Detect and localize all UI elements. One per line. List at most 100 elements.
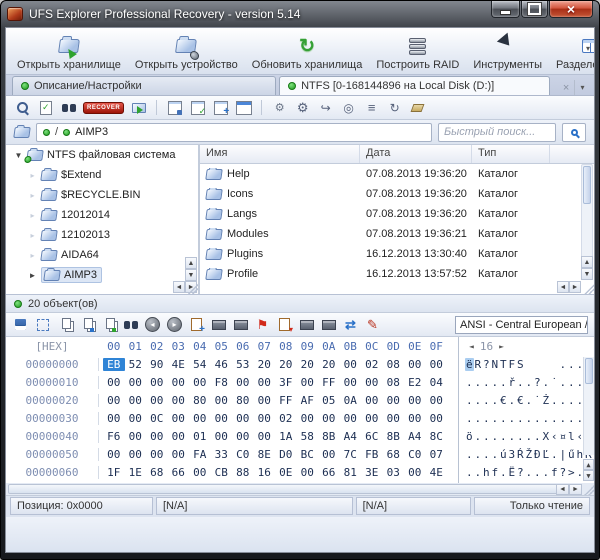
open-device-button[interactable]: Открыть устройство: [128, 30, 245, 73]
hex-byte[interactable]: 00: [103, 412, 125, 425]
hex-byte[interactable]: 08: [383, 358, 405, 371]
search-button[interactable]: [562, 123, 586, 142]
expand-icon-faint[interactable]: ▸: [28, 211, 37, 220]
ansi-char[interactable]: .: [559, 394, 568, 407]
hex-byte[interactable]: 4E: [168, 358, 190, 371]
ansi-char[interactable]: ˙: [533, 394, 542, 407]
ansi-char[interactable]: .: [474, 430, 483, 443]
hex-byte[interactable]: 68: [383, 448, 405, 461]
copy-text-icon[interactable]: [100, 316, 117, 333]
hex-byte[interactable]: 00: [383, 394, 405, 407]
hex-byte[interactable]: 00: [404, 358, 426, 371]
hex-byte[interactable]: 52: [125, 358, 147, 371]
ansi-char[interactable]: .: [550, 448, 559, 461]
file-row-plugins[interactable]: Plugins16.12.2013 13:30:40Каталог: [200, 244, 594, 264]
tree-item-aida64[interactable]: ▸AIDA64: [6, 245, 198, 265]
ansi-char[interactable]: .: [542, 412, 551, 425]
ansi-char[interactable]: >: [567, 466, 576, 479]
hex-byte[interactable]: 81: [340, 466, 362, 479]
report-save-icon[interactable]: [166, 99, 183, 116]
ansi-char[interactable]: [542, 358, 551, 371]
memory-paste-icon[interactable]: [232, 316, 249, 333]
hex-byte[interactable]: 58: [297, 430, 319, 443]
hex-byte[interactable]: 00: [168, 448, 190, 461]
close-button[interactable]: [549, 1, 593, 18]
hex-byte[interactable]: 00: [297, 376, 319, 389]
ansi-char[interactable]: .: [474, 394, 483, 407]
resize-grip[interactable]: [188, 284, 198, 294]
ansi-char[interactable]: F: [508, 358, 517, 371]
target-icon[interactable]: [340, 99, 357, 116]
tab-ntfs-partition[interactable]: NTFS [0-168144896 на Local Disk (D:)]: [279, 76, 550, 95]
hex-byte[interactable]: 3F: [275, 376, 297, 389]
ansi-char[interactable]: .: [499, 376, 508, 389]
ansi-char[interactable]: .: [499, 430, 508, 443]
hex-byte[interactable]: 1F: [103, 466, 125, 479]
copy-hex-icon[interactable]: [78, 316, 95, 333]
ansi-char[interactable]: ř: [508, 376, 517, 389]
breadcrumb[interactable]: / AIMP3: [36, 123, 432, 142]
clipboard-import-icon[interactable]: [276, 316, 293, 333]
hex-byte[interactable]: 6C: [361, 430, 383, 443]
sync-icon[interactable]: [342, 316, 359, 333]
paste-new-icon[interactable]: [188, 316, 205, 333]
ansi-char[interactable]: .: [559, 358, 568, 371]
hex-byte[interactable]: 00: [254, 412, 276, 425]
ansi-char[interactable]: Ž: [525, 448, 534, 461]
hex-byte[interactable]: 02: [275, 412, 297, 425]
ansi-char[interactable]: .: [559, 376, 568, 389]
hex-byte[interactable]: 20: [318, 358, 340, 371]
ansi-char[interactable]: .: [533, 430, 542, 443]
ansi-char[interactable]: .: [516, 376, 525, 389]
hex-byte[interactable]: 00: [426, 358, 448, 371]
list-icon[interactable]: [363, 99, 380, 116]
ansi-char[interactable]: .: [465, 466, 474, 479]
ansi-char[interactable]: .: [491, 448, 500, 461]
ansi-char[interactable]: .: [567, 394, 576, 407]
file-row-profile[interactable]: Profile16.12.2013 13:57:52Каталог: [200, 264, 594, 284]
hex-byte[interactable]: 00: [383, 412, 405, 425]
close-tab-icon[interactable]: ×: [558, 80, 574, 95]
hex-byte[interactable]: 01: [189, 430, 211, 443]
ansi-char[interactable]: .: [491, 430, 500, 443]
ansi-char[interactable]: [550, 358, 559, 371]
hex-byte[interactable]: A4: [340, 430, 362, 443]
hex-byte[interactable]: 00: [103, 448, 125, 461]
refresh-storages-button[interactable]: ↻ Обновить хранилища: [245, 30, 370, 73]
ansi-char[interactable]: l: [567, 430, 576, 443]
tools-button[interactable]: Инструменты: [466, 30, 549, 73]
ansi-char[interactable]: X: [542, 430, 551, 443]
ansi-char[interactable]: h: [482, 466, 491, 479]
scroll-right-icon[interactable]: ►: [569, 484, 582, 495]
bino-icon[interactable]: [60, 99, 77, 116]
ansi-char[interactable]: .: [533, 466, 542, 479]
ansi-char[interactable]: 3: [508, 448, 517, 461]
ansi-char[interactable]: ‹: [550, 430, 559, 443]
hex-byte[interactable]: BC: [297, 448, 319, 461]
file-row-langs[interactable]: Langs07.08.2013 19:36:20Каталог: [200, 204, 594, 224]
hex-byte[interactable]: 00: [254, 376, 276, 389]
file-row-icons[interactable]: Icons07.08.2013 19:36:20Каталог: [200, 184, 594, 204]
hex-byte[interactable]: 1E: [125, 466, 147, 479]
flag-icon[interactable]: [254, 316, 271, 333]
hex-byte[interactable]: 00: [254, 430, 276, 443]
hex-byte[interactable]: 02: [361, 358, 383, 371]
expand-icon-faint[interactable]: ▸: [28, 251, 37, 260]
ansi-char[interactable]: .: [516, 412, 525, 425]
hex-byte[interactable]: 08: [383, 376, 405, 389]
scroll-left-icon[interactable]: ◄: [557, 281, 569, 293]
preview-icon[interactable]: [14, 99, 31, 116]
ansi-char[interactable]: .: [482, 376, 491, 389]
hex-byte[interactable]: 00: [189, 412, 211, 425]
hex-byte[interactable]: 16: [254, 466, 276, 479]
hex-byte[interactable]: FF: [318, 376, 340, 389]
ansi-char[interactable]: .: [550, 412, 559, 425]
scroll-up-icon[interactable]: ▲: [583, 459, 594, 470]
panel-view-icon[interactable]: [235, 99, 252, 116]
expand-icon-faint[interactable]: ▸: [28, 171, 37, 180]
hex-byte[interactable]: 00: [103, 376, 125, 389]
ansi-char[interactable]: .: [542, 466, 551, 479]
ansi-char[interactable]: R: [474, 358, 483, 371]
hex-byte[interactable]: AF: [297, 394, 319, 407]
convert-2-icon[interactable]: [320, 316, 337, 333]
